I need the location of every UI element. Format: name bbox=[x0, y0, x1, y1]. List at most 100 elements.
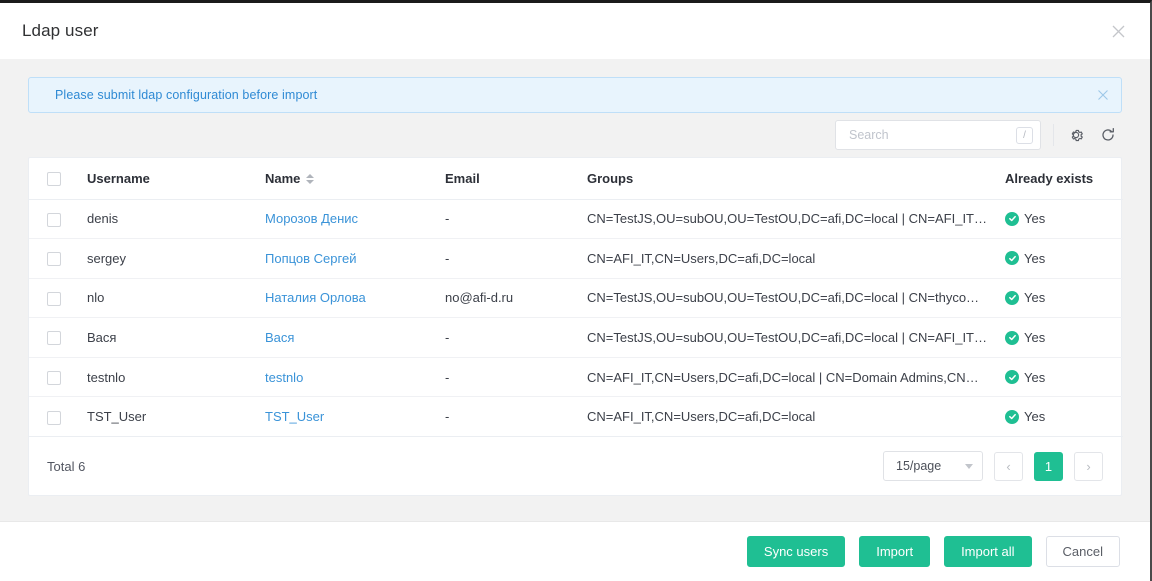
user-name-link[interactable]: Морозов Денис bbox=[265, 211, 358, 226]
exists-value: Yes bbox=[1024, 409, 1046, 425]
check-circle-icon bbox=[1005, 370, 1019, 385]
cell-name: Вася bbox=[265, 317, 445, 358]
ldap-user-table-card: Username Name Email Groups Already exist… bbox=[28, 157, 1123, 497]
table-header-row: Username Name Email Groups Already exist… bbox=[29, 158, 1123, 200]
user-name-link[interactable]: Вася bbox=[265, 330, 294, 345]
table-row: TST_User TST_User - CN=AFI_IT,CN=Users,DC=a… bbox=[29, 396, 1123, 438]
user-name-link[interactable]: testnlo bbox=[265, 370, 303, 385]
cell-groups: CN=AFI_IT,CN=Users,DC=afi,DC=local | CN=… bbox=[587, 357, 1005, 398]
cell-groups: CN=TestJS,OU=subOU,OU=TestOU,DC=afi,DC=l… bbox=[587, 199, 1005, 240]
cancel-button[interactable]: Cancel bbox=[1045, 536, 1120, 567]
cell-username: denis bbox=[87, 199, 265, 240]
column-header-email[interactable]: Email bbox=[445, 158, 587, 200]
user-name-link[interactable]: TST_User bbox=[265, 409, 324, 424]
cell-groups: CN=TestJS,OU=subOU,OU=TestOU,DC=afi,DC=l… bbox=[587, 317, 1005, 358]
chevron-down-icon bbox=[965, 463, 973, 469]
close-icon bbox=[1098, 90, 1108, 100]
check-circle-icon bbox=[1005, 211, 1019, 226]
row-select-cell bbox=[29, 317, 87, 358]
row-checkbox[interactable] bbox=[47, 212, 61, 227]
cell-groups: CN=AFI_IT,CN=Users,DC=afi,DC=local bbox=[587, 238, 1005, 279]
alert-close-button[interactable] bbox=[1097, 89, 1109, 101]
ldap-user-table: Username Name Email Groups Already exist… bbox=[29, 158, 1123, 438]
exists-value: Yes bbox=[1024, 211, 1046, 227]
row-select-cell bbox=[29, 278, 87, 319]
cell-name: testnlo bbox=[265, 357, 445, 398]
check-circle-icon bbox=[1005, 330, 1019, 345]
cell-name: Морозов Денис bbox=[265, 199, 445, 240]
row-checkbox[interactable] bbox=[47, 252, 61, 267]
cell-email: - bbox=[445, 238, 587, 279]
refresh-button[interactable] bbox=[1094, 121, 1122, 149]
sort-toggle-name[interactable] bbox=[306, 174, 315, 185]
cell-groups: CN=AFI_IT,CN=Users,DC=afi,DC=local bbox=[587, 396, 1005, 438]
cell-username: sergey bbox=[87, 238, 265, 279]
exists-value: Yes bbox=[1024, 250, 1046, 266]
gear-icon bbox=[1071, 129, 1083, 142]
row-select-cell bbox=[29, 357, 87, 398]
column-header-username[interactable]: Username bbox=[87, 158, 265, 200]
cell-already-exists: Yes bbox=[1005, 396, 1123, 438]
page-button-1[interactable]: 1 bbox=[1034, 451, 1063, 481]
cell-already-exists: Yes bbox=[1005, 199, 1123, 240]
search-input[interactable] bbox=[847, 127, 1016, 143]
info-alert: Please submit ldap configuration before … bbox=[28, 77, 1122, 113]
cell-name: Попцов Сергей bbox=[265, 238, 445, 279]
next-page-button[interactable]: › bbox=[1074, 451, 1103, 481]
row-checkbox[interactable] bbox=[47, 331, 61, 346]
close-icon bbox=[1112, 25, 1124, 37]
user-name-link[interactable]: Наталия Орлова bbox=[265, 290, 366, 305]
dialog-body: Please submit ldap configuration before … bbox=[0, 59, 1150, 521]
search-shortcut-badge: / bbox=[1016, 126, 1033, 144]
cell-name: Наталия Орлова bbox=[265, 278, 445, 319]
row-select-cell bbox=[29, 238, 87, 279]
row-checkbox[interactable] bbox=[47, 291, 61, 306]
table-toolbar: / bbox=[28, 113, 1122, 157]
exists-value: Yes bbox=[1024, 369, 1046, 385]
cell-username: nlo bbox=[87, 278, 265, 319]
column-header-name-label: Name bbox=[265, 170, 301, 186]
column-header-already-exists[interactable]: Already exists bbox=[1005, 158, 1123, 200]
search-box[interactable]: / bbox=[835, 120, 1041, 150]
table-row: nlo Наталия Орлова no@afi-d.ru CN=TestJS,OU… bbox=[29, 278, 1123, 319]
cell-groups: CN=TestJS,OU=subOU,OU=TestOU,DC=afi,DC=l… bbox=[587, 278, 1005, 319]
cell-email: - bbox=[445, 357, 587, 398]
select-all-checkbox[interactable] bbox=[47, 172, 61, 187]
total-count: Total 6 bbox=[47, 458, 86, 474]
cell-email: no@afi-d.ru bbox=[445, 278, 587, 319]
refresh-icon bbox=[1102, 127, 1114, 141]
table-row: sergey Попцов Сергей - CN=AFI_IT,CN=Users,D… bbox=[29, 238, 1123, 279]
check-circle-icon bbox=[1005, 290, 1019, 305]
cell-already-exists: Yes bbox=[1005, 357, 1123, 398]
alert-message: Please submit ldap configuration before … bbox=[55, 88, 318, 102]
toolbar-divider bbox=[1053, 124, 1054, 146]
cell-already-exists: Yes bbox=[1005, 238, 1123, 279]
row-checkbox[interactable] bbox=[47, 370, 61, 385]
page-size-select[interactable]: 15/page bbox=[883, 451, 983, 482]
table-row: testnlo testnlo - CN=AFI_IT,CN=Users,DC=afi… bbox=[29, 357, 1123, 398]
table-row: denis Морозов Денис - CN=TestJS,OU=subOU,OU… bbox=[29, 199, 1123, 240]
close-dialog-button[interactable] bbox=[1104, 17, 1132, 45]
import-all-button[interactable]: Import all bbox=[944, 536, 1032, 567]
pagination: 15/page ‹ 1 › bbox=[883, 451, 1103, 482]
row-checkbox[interactable] bbox=[47, 410, 61, 425]
dialog-footer: Sync users Import Import all Cancel bbox=[0, 521, 1150, 581]
cell-username: Вася bbox=[87, 317, 265, 358]
user-name-link[interactable]: Попцов Сергей bbox=[265, 251, 356, 266]
cell-already-exists: Yes bbox=[1005, 278, 1123, 319]
prev-page-button[interactable]: ‹ bbox=[994, 451, 1023, 481]
dialog-header: Ldap user bbox=[0, 3, 1150, 59]
table-settings-button[interactable] bbox=[1062, 121, 1090, 149]
select-all-header bbox=[29, 158, 87, 200]
exists-value: Yes bbox=[1024, 290, 1046, 306]
table-head: Username Name Email Groups Already exist… bbox=[29, 158, 1123, 200]
column-header-name[interactable]: Name bbox=[265, 158, 445, 200]
check-circle-icon bbox=[1005, 409, 1019, 424]
column-header-groups[interactable]: Groups bbox=[587, 158, 1005, 200]
exists-value: Yes bbox=[1024, 330, 1046, 346]
import-button[interactable]: Import bbox=[859, 536, 931, 567]
sync-users-button[interactable]: Sync users bbox=[746, 536, 846, 567]
cell-email: - bbox=[445, 199, 587, 240]
cell-email: - bbox=[445, 317, 587, 358]
cell-already-exists: Yes bbox=[1005, 317, 1123, 358]
